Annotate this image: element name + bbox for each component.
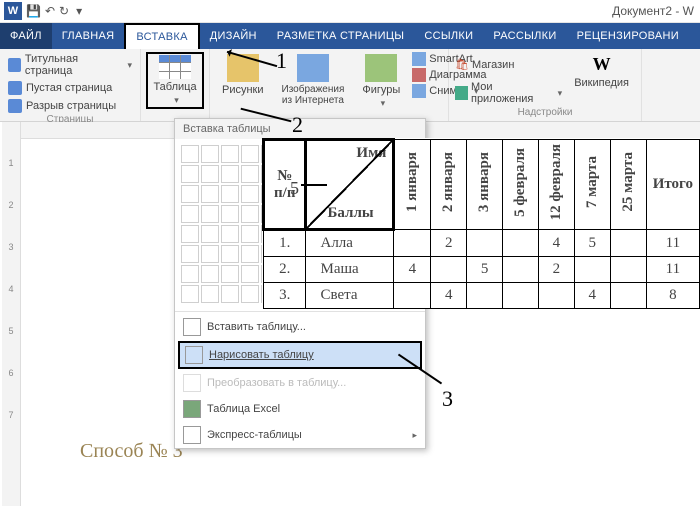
col-header: 3 января xyxy=(467,140,503,230)
table-row[interactable]: 3.Света448 xyxy=(264,283,700,309)
col-header: 1 января xyxy=(394,140,431,230)
draw-table-item[interactable]: Нарисовать таблицу xyxy=(178,341,422,369)
shapes-icon xyxy=(365,54,397,82)
document-title: Документ2 - W xyxy=(612,4,700,18)
quick-tables-icon xyxy=(183,426,201,444)
wikipedia-icon: W xyxy=(593,54,611,75)
chart-icon xyxy=(412,68,426,82)
tab-layout[interactable]: РАЗМЕТКА СТРАНИЦЫ xyxy=(267,23,415,49)
chevron-down-icon[interactable]: ▾ xyxy=(76,4,82,18)
caption: Способ № 3 xyxy=(80,440,183,463)
annotation-5: 5 xyxy=(290,178,299,199)
ribbon-tabs: ФАЙЛ ГЛАВНАЯ ВСТАВКА ДИЗАЙН РАЗМЕТКА СТР… xyxy=(0,23,700,49)
excel-icon xyxy=(183,400,201,418)
tab-references[interactable]: ССЫЛКИ xyxy=(414,23,483,49)
group-pages: Титульная страница▾ Пустая страница Разр… xyxy=(0,49,141,121)
redo-icon[interactable]: ↻ xyxy=(59,4,69,18)
col-header: 7 марта xyxy=(574,140,610,230)
title-bar: W 💾 ↶ ↻ ▾ Документ2 - W xyxy=(0,0,700,23)
insert-table-item[interactable]: Вставить таблицу... xyxy=(175,314,425,340)
page-break-button[interactable]: Разрыв страницы xyxy=(6,98,134,114)
tab-review[interactable]: РЕЦЕНЗИРОВАНИ xyxy=(567,23,689,49)
blank-page-icon xyxy=(8,81,22,95)
convert-icon xyxy=(183,374,201,392)
save-icon[interactable]: 💾 xyxy=(26,4,41,18)
tab-insert[interactable]: ВСТАВКА xyxy=(124,23,199,49)
table-icon xyxy=(159,55,191,79)
smartart-icon xyxy=(412,52,426,66)
group-tables: Таблица▾ xyxy=(141,49,210,121)
annotation-1: 1 xyxy=(276,48,287,74)
screenshot-icon xyxy=(412,84,426,98)
table-row[interactable]: 2.Маша45211 xyxy=(264,257,700,283)
word-icon: W xyxy=(4,2,22,20)
undo-icon[interactable]: ↶ xyxy=(45,4,55,18)
annotation-3: 3 xyxy=(442,386,453,412)
wikipedia-button[interactable]: WВикипедия xyxy=(568,52,635,91)
tab-mailings[interactable]: РАССЫЛКИ xyxy=(483,23,566,49)
pencil-icon xyxy=(185,346,203,364)
grid-icon xyxy=(183,318,201,336)
cover-page-button[interactable]: Титульная страница▾ xyxy=(6,52,134,78)
quick-access-toolbar: W 💾 ↶ ↻ ▾ xyxy=(0,2,86,20)
document-table[interactable]: № п/п Имя Баллы 1 января 2 января 3 янва… xyxy=(262,138,700,309)
group-addins: 🛍Магазин Мои приложения▾ WВикипедия Надс… xyxy=(449,49,642,121)
convert-table-item: Преобразовать в таблицу... xyxy=(175,370,425,396)
col-header: 25 марта xyxy=(610,140,646,230)
tab-design[interactable]: ДИЗАЙН xyxy=(200,23,267,49)
online-pictures-icon xyxy=(297,54,329,82)
table-button[interactable]: Таблица▾ xyxy=(146,52,203,109)
cover-page-icon xyxy=(8,58,21,72)
annotation-2: 2 xyxy=(292,112,303,138)
vertical-ruler[interactable]: 1234567 xyxy=(2,122,21,506)
header-number: № п/п xyxy=(264,140,306,230)
ribbon: Титульная страница▾ Пустая страница Разр… xyxy=(0,49,700,122)
col-header: 5 февраля xyxy=(503,140,539,230)
excel-table-item[interactable]: Таблица Excel xyxy=(175,396,425,422)
col-header-total: Итого xyxy=(646,140,699,230)
table-row[interactable]: 1.Алла24511 xyxy=(264,230,700,257)
page-break-icon xyxy=(8,99,22,113)
tab-file[interactable]: ФАЙЛ xyxy=(0,23,52,49)
blank-page-button[interactable]: Пустая страница xyxy=(6,80,134,96)
shapes-button[interactable]: Фигуры▾ xyxy=(356,52,406,118)
group-label-addins: Надстройки xyxy=(455,107,635,118)
col-header: 2 января xyxy=(431,140,467,230)
store-button[interactable]: 🛍Магазин xyxy=(455,58,562,71)
store-icon: 🛍 xyxy=(455,58,469,71)
tab-home[interactable]: ГЛАВНАЯ xyxy=(52,23,125,49)
col-header: 12 февраля xyxy=(538,140,574,230)
quick-tables-item[interactable]: Экспресс-таблицы▸ xyxy=(175,422,425,448)
addins-icon xyxy=(455,86,468,100)
my-addins-button[interactable]: Мои приложения▾ xyxy=(455,81,562,105)
